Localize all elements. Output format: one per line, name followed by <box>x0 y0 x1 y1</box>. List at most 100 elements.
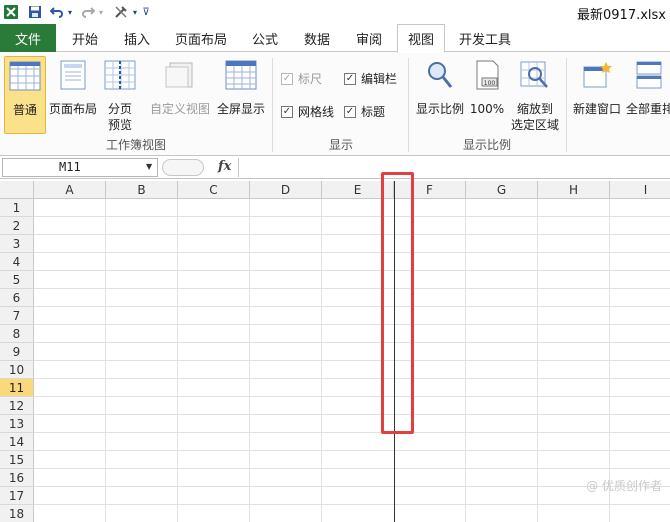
formula-bar-checkbox[interactable]: ✓ 编辑栏 <box>344 70 397 87</box>
excel-logo-icon <box>2 3 20 21</box>
row-header[interactable]: 6 <box>0 289 34 307</box>
gridline <box>537 199 538 522</box>
page-break-label-line1: 分页 <box>107 102 132 116</box>
gridline <box>34 288 670 289</box>
tab-formulas[interactable]: 公式 <box>244 24 286 52</box>
gridline <box>465 199 466 522</box>
headings-checkbox[interactable]: ✓ 标题 <box>344 103 385 120</box>
gridline <box>34 468 670 469</box>
arrange-all-button[interactable]: 全部重排 <box>624 56 670 117</box>
name-box[interactable]: M11 <box>2 158 158 177</box>
row-header[interactable]: 5 <box>0 271 34 289</box>
gridline <box>34 432 670 433</box>
redo-dropdown-icon[interactable]: ▾ <box>97 3 105 21</box>
page-break-label-line2: 预览 <box>107 118 132 132</box>
gridlines-checkbox[interactable]: ✓ 网格线 <box>281 103 334 120</box>
ruler-label: 标尺 <box>298 72 323 86</box>
page-layout-view-label: 页面布局 <box>48 102 97 116</box>
row-header[interactable]: 10 <box>0 361 34 379</box>
zoom-label: 显示比例 <box>415 102 464 116</box>
column-header-a[interactable]: A <box>34 181 106 199</box>
new-window-icon <box>581 60 613 93</box>
row-header[interactable]: 7 <box>0 307 34 325</box>
undo-icon[interactable] <box>49 3 65 21</box>
tab-review[interactable]: 审阅 <box>348 24 390 52</box>
undo-dropdown-icon[interactable]: ▾ <box>66 3 74 21</box>
formula-bar-label: 编辑栏 <box>361 72 398 86</box>
column-header-h[interactable]: H <box>538 181 610 199</box>
custom-views-button[interactable]: 自定义视图 <box>148 56 212 117</box>
column-header-b[interactable]: B <box>106 181 178 199</box>
row-header-selected[interactable]: 11 <box>0 379 34 397</box>
tab-home[interactable]: 开始 <box>62 24 108 52</box>
gridlines-check-icon: ✓ <box>281 105 293 118</box>
tools-icon[interactable] <box>112 3 130 21</box>
tab-data[interactable]: 数据 <box>296 24 338 52</box>
gridline <box>34 486 670 487</box>
row-header[interactable]: 14 <box>0 433 34 451</box>
row-header[interactable]: 4 <box>0 253 34 271</box>
tab-insert[interactable]: 插入 <box>114 24 160 52</box>
window-title: 最新0917.xlsx <box>577 8 666 23</box>
group-separator <box>566 58 567 152</box>
headings-label: 标题 <box>361 105 386 119</box>
gridline <box>34 324 670 325</box>
normal-view-button[interactable]: 普通 <box>4 56 46 134</box>
row-header[interactable]: 13 <box>0 415 34 433</box>
workbook-views-group-label: 工作簿视图 <box>106 138 167 152</box>
row-header[interactable]: 9 <box>0 343 34 361</box>
tab-page-layout[interactable]: 页面布局 <box>168 24 234 52</box>
full-screen-icon <box>225 60 257 93</box>
gridline <box>34 504 670 505</box>
page-break-preview-button[interactable]: 分页 预览 <box>100 56 140 133</box>
show-group-label: 显示 <box>329 138 354 152</box>
page-break-icon <box>104 60 136 93</box>
worksheet-grid[interactable]: A B C D E F G H I 1 2 3 4 5 6 7 8 9 10 1… <box>0 172 670 522</box>
ruler-checkbox[interactable]: ✓ 标尺 <box>281 70 322 87</box>
gridline <box>177 199 178 522</box>
row-header[interactable]: 1 <box>0 199 34 217</box>
normal-view-label: 普通 <box>12 103 37 117</box>
formula-bar: M11 ▼ fx <box>0 157 670 179</box>
zoom-selection-label-line1: 缩放到 <box>516 102 553 116</box>
row-header[interactable]: 15 <box>0 451 34 469</box>
new-window-button[interactable]: 新建窗口 <box>570 56 624 117</box>
gridline <box>34 216 670 217</box>
row-header[interactable]: 3 <box>0 235 34 253</box>
row-header[interactable]: 16 <box>0 469 34 487</box>
group-separator <box>408 58 409 152</box>
ribbon-tab-row: 文件 开始 插入 页面布局 公式 数据 审阅 视图 开发工具 <box>0 24 670 53</box>
row-header[interactable]: 2 <box>0 217 34 235</box>
row-header[interactable]: 8 <box>0 325 34 343</box>
zoom-selection-label-line2: 选定区域 <box>510 118 559 132</box>
row-header[interactable]: 18 <box>0 505 34 522</box>
zoom-button[interactable]: 显示比例 <box>414 56 466 117</box>
name-box-dropdown-icon[interactable]: ▼ <box>146 162 152 171</box>
column-header-g[interactable]: G <box>466 181 538 199</box>
normal-view-icon <box>9 61 41 94</box>
tab-developer[interactable]: 开发工具 <box>452 24 518 52</box>
arrange-all-label: 全部重排 <box>626 102 670 116</box>
page-layout-view-button[interactable]: 页面布局 <box>48 56 98 117</box>
column-header-i[interactable]: I <box>610 181 670 199</box>
select-all-corner[interactable] <box>0 181 34 199</box>
tab-view[interactable]: 视图 <box>397 24 445 53</box>
formula-input[interactable] <box>238 158 670 177</box>
zoom-100-icon: 100 <box>471 60 503 93</box>
row-header[interactable]: 12 <box>0 397 34 415</box>
insert-function-icon[interactable]: fx <box>218 159 231 174</box>
zoom-to-selection-button[interactable]: 缩放到 选定区域 <box>508 56 562 133</box>
zoom-100-button[interactable]: 100 100% <box>468 56 506 117</box>
watermark: @ 优质创作者 <box>586 479 662 493</box>
formula-bar-resize-handle[interactable] <box>162 159 204 176</box>
full-screen-button[interactable]: 全屏显示 <box>214 56 268 117</box>
save-icon[interactable] <box>27 3 43 21</box>
column-header-d[interactable]: D <box>250 181 322 199</box>
customize-qat-icon[interactable]: ⊽ <box>141 3 151 21</box>
redo-icon[interactable] <box>80 3 96 21</box>
row-header[interactable]: 17 <box>0 487 34 505</box>
magnifier-icon <box>424 60 456 93</box>
tab-file[interactable]: 文件 <box>0 24 56 52</box>
column-header-c[interactable]: C <box>178 181 250 199</box>
tools-dropdown-icon[interactable]: ▾ <box>131 3 139 21</box>
